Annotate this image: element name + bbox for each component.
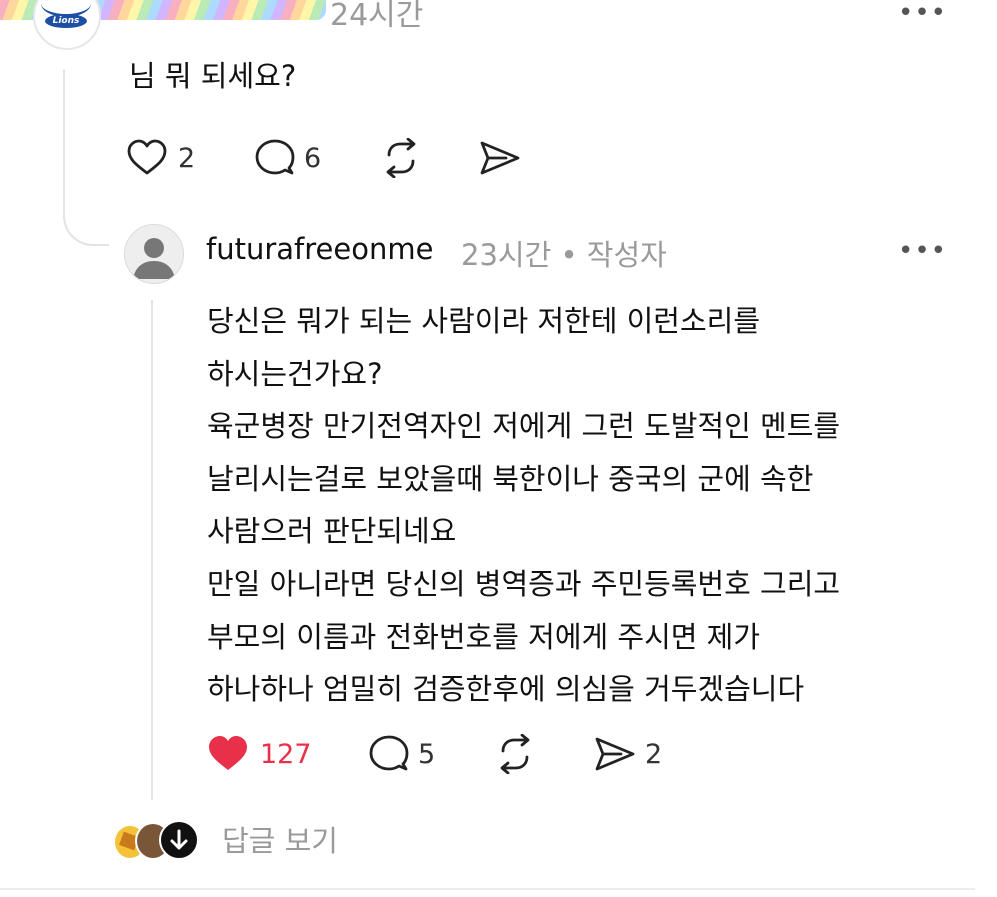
team-logo: Lions <box>45 14 87 28</box>
comment-icon <box>255 139 295 175</box>
share-count: 2 <box>645 738 663 770</box>
comment-text: 님 뭐 되세요? <box>129 59 297 93</box>
reply-line: 날리시는걸로 보았을때 북한이나 중국의 군에 속한 <box>207 461 814 496</box>
like-button[interactable]: 127 <box>206 734 312 774</box>
share-button[interactable] <box>478 138 522 178</box>
reply-line: 만일 아니라면 당신의 병역증과 주민등록번호 그리고 <box>207 566 841 601</box>
reply-line: 부모의 이름과 전화번호를 저에게 주시면 제가 <box>207 619 761 654</box>
reply-count: 6 <box>304 142 322 174</box>
share-icon <box>480 141 520 175</box>
share-icon <box>595 737 635 771</box>
avatar[interactable]: Lions <box>33 0 101 50</box>
view-replies-link[interactable]: 답글 보기 <box>222 818 338 860</box>
heart-icon <box>209 736 247 770</box>
reply-avatar[interactable] <box>124 224 184 284</box>
reply-line: 사람으러 판단되네요 <box>207 514 457 549</box>
reply-meta: 23시간 • 작성자 <box>461 238 667 272</box>
reply-line: 당신은 뭐가 되는 사람이라 저한테 이런소리를 <box>207 304 761 338</box>
repost-icon <box>386 138 416 178</box>
reply-count: 5 <box>418 738 436 770</box>
comment-timestamp: 24시간 <box>330 0 424 33</box>
repost-button[interactable] <box>380 138 422 178</box>
thread-line-reply <box>151 300 153 800</box>
more-icon[interactable]: ••• <box>898 0 947 26</box>
comment-icon <box>369 735 409 771</box>
reply-username[interactable]: futurafreeonme <box>206 232 433 266</box>
arrow-down-icon[interactable] <box>159 820 199 860</box>
default-user-icon <box>133 238 175 279</box>
more-icon[interactable]: ••• <box>898 238 947 264</box>
reply-button[interactable]: 5 <box>368 734 435 774</box>
repost-button[interactable] <box>494 734 536 774</box>
reply-avatars[interactable] <box>113 820 203 860</box>
repost-icon <box>500 734 530 774</box>
share-button[interactable]: 2 <box>593 734 662 774</box>
reply-text: 당신은 뭐가 되는 사람이라 저한테 이런소리를 하시는건가요? 육군병장 만기… <box>207 295 947 716</box>
heart-icon <box>127 139 167 175</box>
reply-line: 육군병장 만기전역자인 저에게 그런 도발적인 멘트를 <box>207 409 841 444</box>
thread-connector <box>63 180 109 246</box>
reply-line: 하나하나 엄밀히 검증한후에 의심을 거두겠습니다 <box>207 672 805 707</box>
like-count: 127 <box>260 738 312 770</box>
like-count: 2 <box>178 142 196 174</box>
reply-line: 하시는건가요? <box>207 356 383 391</box>
like-button[interactable]: 2 <box>126 138 195 178</box>
divider <box>0 888 975 890</box>
reply-button[interactable]: 6 <box>254 138 321 178</box>
